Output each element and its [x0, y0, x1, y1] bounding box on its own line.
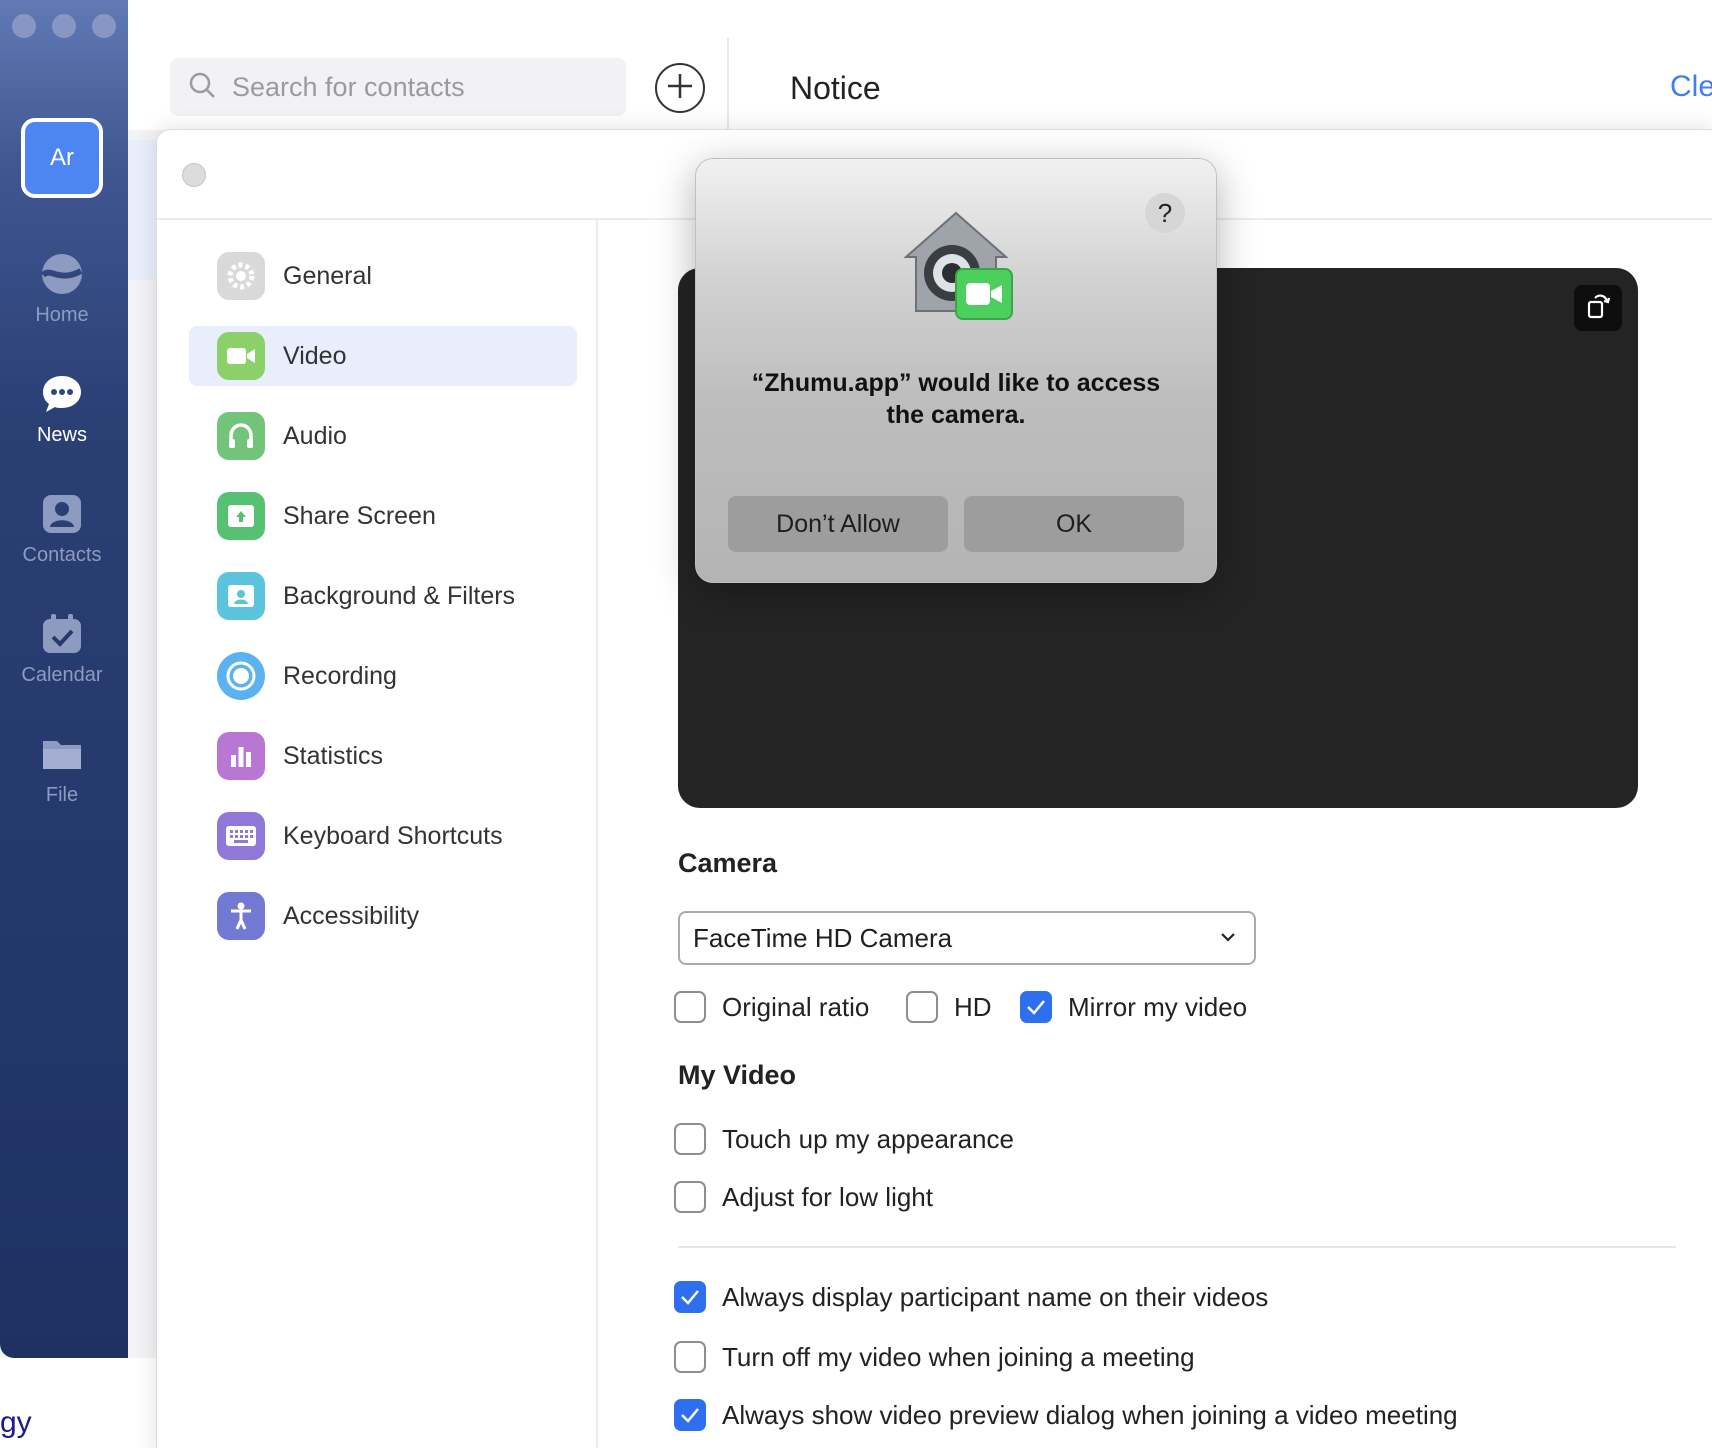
hd-checkbox[interactable]	[906, 991, 938, 1023]
nav-news[interactable]: News	[0, 372, 124, 447]
checkmark-icon	[1027, 1000, 1045, 1015]
video-preview-dialog-option[interactable]: Always show video preview dialog when jo…	[674, 1399, 1458, 1431]
original-ratio-option[interactable]: Original ratio	[674, 991, 869, 1023]
settings-menu-share-screen[interactable]: Share Screen	[189, 486, 577, 546]
ok-button[interactable]: OK	[964, 496, 1184, 552]
turn-off-video-option[interactable]: Turn off my video when joining a meeting	[674, 1341, 1195, 1373]
settings-menu-audio[interactable]: Audio	[189, 406, 577, 466]
video-camera-icon	[217, 332, 265, 380]
contact-card-icon	[40, 492, 84, 536]
window-minimize-button[interactable]	[52, 14, 76, 38]
mirror-video-option[interactable]: Mirror my video	[1020, 991, 1247, 1023]
settings-menu-statistics[interactable]: Statistics	[189, 726, 577, 786]
mirror-video-checkbox[interactable]	[1020, 991, 1052, 1023]
my-video-heading: My Video	[678, 1060, 797, 1090]
divider	[727, 38, 729, 130]
keyboard-icon	[217, 812, 265, 860]
bar-chart-icon	[217, 732, 265, 780]
camera-heading: Camera	[678, 848, 778, 878]
folder-icon	[40, 732, 84, 776]
dont-allow-button[interactable]: Don’t Allow	[728, 496, 948, 552]
rotate-icon	[1585, 292, 1611, 325]
settings-menu-background-filters[interactable]: Background & Filters	[189, 566, 577, 626]
contact-search-box[interactable]: Search for contacts	[170, 58, 626, 116]
display-names-checkbox[interactable]	[674, 1281, 706, 1313]
clear-link[interactable]: Cle	[1670, 70, 1712, 104]
dialog-message: “Zhumu.app” would like to access the cam…	[751, 369, 1161, 429]
calendar-icon	[40, 612, 84, 656]
settings-menu-keyboard-shortcuts[interactable]: Keyboard Shortcuts	[189, 806, 577, 866]
section-divider	[678, 1246, 1676, 1248]
settings-menu-general[interactable]: General	[189, 246, 577, 306]
turn-off-video-checkbox[interactable]	[674, 1341, 706, 1373]
background-text-snippet: gy	[0, 1406, 32, 1439]
hd-option[interactable]: HD	[906, 991, 992, 1023]
touch-up-option[interactable]: Touch up my appearance	[674, 1123, 1014, 1155]
chat-bubble-icon	[40, 372, 84, 416]
nav-home[interactable]: Home	[0, 252, 124, 327]
security-camera-icon	[896, 207, 1016, 327]
nav-contacts[interactable]: Contacts	[0, 492, 124, 567]
camera-permission-dialog: ? “Zhumu.app” would like to access the c…	[695, 158, 1217, 583]
nav-calendar[interactable]: Calendar	[0, 612, 124, 687]
checkmark-icon	[681, 1408, 699, 1423]
record-icon	[217, 652, 265, 700]
add-button[interactable]	[655, 63, 705, 113]
window-zoom-button[interactable]	[92, 14, 116, 38]
help-button[interactable]: ?	[1145, 193, 1185, 233]
notice-title: Notice	[790, 70, 881, 106]
search-input[interactable]: Search for contacts	[232, 72, 465, 103]
settings-menu-accessibility[interactable]: Accessibility	[189, 886, 577, 946]
chevron-down-icon	[1220, 929, 1236, 947]
search-icon	[188, 71, 216, 104]
accessibility-icon	[217, 892, 265, 940]
settings-close-button[interactable]	[182, 163, 206, 187]
window-close-button[interactable]	[12, 14, 36, 38]
settings-menu-recording[interactable]: Recording	[189, 646, 577, 706]
original-ratio-checkbox[interactable]	[674, 991, 706, 1023]
nav-file[interactable]: File	[0, 732, 124, 807]
touch-up-checkbox[interactable]	[674, 1123, 706, 1155]
home-icon	[40, 252, 84, 296]
low-light-option[interactable]: Adjust for low light	[674, 1181, 933, 1213]
settings-sidebar: General Video Audio Share Screen Backgro…	[157, 220, 598, 1448]
person-portrait-icon	[217, 572, 265, 620]
share-screen-icon	[217, 492, 265, 540]
video-preview-dialog-checkbox[interactable]	[674, 1399, 706, 1431]
rotate-camera-button[interactable]	[1574, 285, 1622, 331]
settings-menu-video[interactable]: Video	[189, 326, 577, 386]
plus-icon	[666, 72, 694, 105]
list-selection-highlight	[128, 140, 158, 280]
gear-icon	[217, 252, 265, 300]
camera-select[interactable]: FaceTime HD Camera	[678, 911, 1256, 965]
display-names-option[interactable]: Always display participant name on their…	[674, 1281, 1268, 1313]
checkmark-icon	[681, 1290, 699, 1305]
main-sidebar: Ar Home News Contacts Calendar File	[0, 0, 128, 1358]
headphones-icon	[217, 412, 265, 460]
avatar[interactable]: Ar	[21, 118, 103, 198]
low-light-checkbox[interactable]	[674, 1181, 706, 1213]
